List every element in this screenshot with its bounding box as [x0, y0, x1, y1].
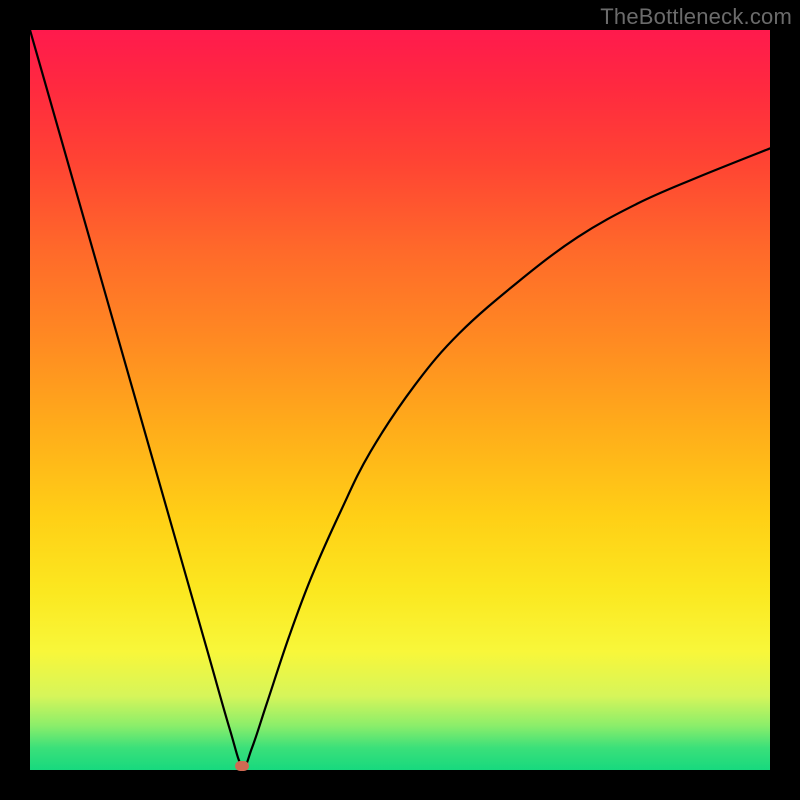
plot-area: [30, 30, 770, 770]
min-point-marker: [235, 761, 249, 771]
curve-svg: [30, 30, 770, 770]
watermark-text: TheBottleneck.com: [600, 4, 792, 30]
chart-container: TheBottleneck.com: [0, 0, 800, 800]
bottleneck-curve-path: [30, 30, 770, 767]
